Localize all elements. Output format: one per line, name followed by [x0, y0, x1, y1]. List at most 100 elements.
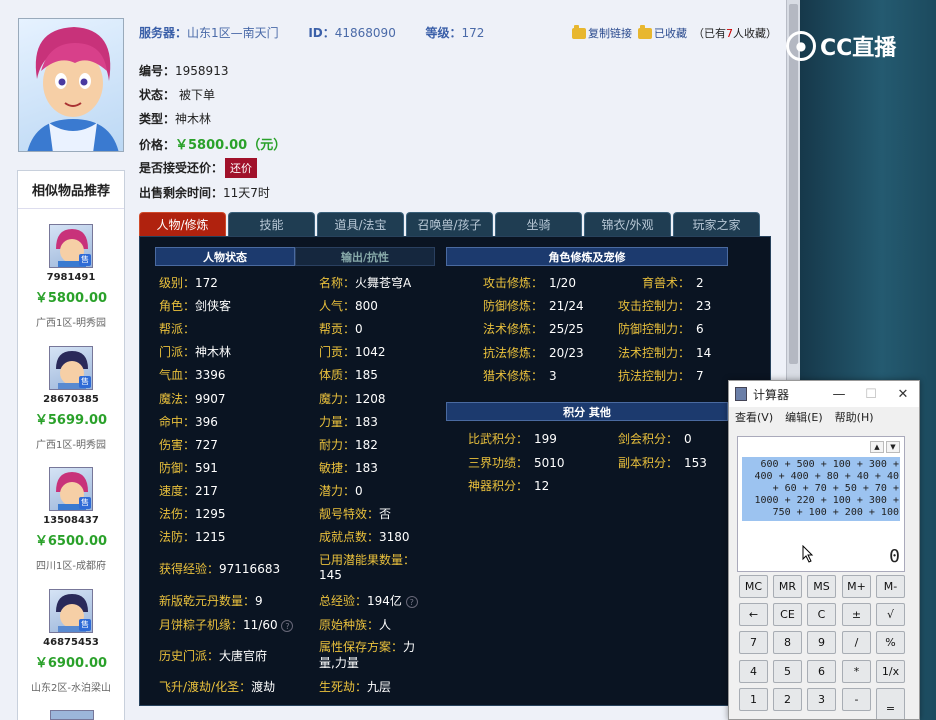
stat-left-label: 魔法：	[159, 391, 196, 406]
cultivation-stat: 猎术修炼： 3	[447, 367, 557, 384]
tab-character[interactable]: 人物/修炼	[139, 212, 226, 236]
bargain-button[interactable]: 还价	[225, 158, 258, 178]
calc-key[interactable]: =	[876, 688, 905, 719]
life-row: 生死劫：九层	[319, 678, 391, 695]
exp-label: 获得经验：	[159, 562, 220, 576]
code-value: 1958913	[175, 64, 229, 78]
stat-left-value: 1215	[195, 530, 226, 545]
scroll-up-icon[interactable]: ▲	[870, 441, 884, 453]
calc-key[interactable]: ±	[842, 603, 871, 626]
calc-key[interactable]: MS	[807, 575, 836, 598]
points-stat-right-value: 153	[684, 455, 707, 470]
calc-key[interactable]: 1	[739, 688, 768, 711]
calc-key[interactable]: %	[876, 631, 905, 654]
calc-key[interactable]: 5	[773, 660, 802, 683]
calc-key[interactable]: √	[876, 603, 905, 626]
potion-label: 已用潜能果数量：	[319, 553, 416, 567]
control-stat-label: 育兽术：	[641, 276, 690, 290]
calc-key[interactable]: 2	[773, 688, 802, 711]
calc-key[interactable]: ←	[739, 603, 768, 626]
similar-item[interactable]: 售 28670385 ￥5699.00 广西1区-明秀园	[18, 346, 124, 451]
calc-key[interactable]: 3	[807, 688, 836, 711]
control-stat-label: 防御控制力：	[617, 322, 690, 337]
help-icon[interactable]: ?	[405, 595, 418, 608]
similar-item[interactable]: 售 46875453 ￥6900.00 山东2区-水泊梁山	[18, 589, 124, 694]
item-thumbnail[interactable]: 售	[49, 589, 93, 633]
cc-live-logo: ● CC直播	[786, 30, 896, 62]
calc-key[interactable]: MC	[739, 575, 768, 598]
moon-label: 月饼粽子机缘：	[159, 618, 244, 632]
tab-summons[interactable]: 召唤兽/孩子	[406, 212, 493, 236]
logo-text: CC直播	[820, 36, 897, 61]
item-thumbnail-partial[interactable]	[50, 710, 94, 720]
stat-left-value: 591	[195, 460, 218, 475]
stat-mid-label: 力量：	[319, 414, 356, 429]
code-row: 编号：1958913	[139, 62, 228, 79]
stat-mid: 魔力：1208	[319, 390, 386, 407]
stat-left-label: 帮派：	[159, 322, 196, 337]
cultivation-stat-value: 3	[549, 368, 557, 383]
help-icon[interactable]: ?	[281, 619, 294, 632]
calc-key[interactable]: MR	[773, 575, 802, 598]
menu-help[interactable]: 帮助(H)	[835, 409, 874, 425]
calc-key[interactable]: 9	[807, 631, 836, 654]
menu-edit[interactable]: 编辑(E)	[785, 409, 823, 425]
calc-key[interactable]: M-	[876, 575, 905, 598]
maximize-button[interactable]: ☐	[855, 387, 887, 402]
points-stat: 神器积分： 12	[432, 477, 549, 494]
calc-key[interactable]: M+	[842, 575, 871, 598]
close-button[interactable]: ✕	[887, 387, 919, 402]
similar-item[interactable]: 售 7981491 ￥5800.00 广西1区-明秀园	[18, 224, 124, 329]
copy-link-button[interactable]: 复制链接	[572, 24, 632, 41]
calc-key[interactable]: 7	[739, 631, 768, 654]
collect-count: （已有7人收藏）	[693, 25, 777, 41]
remaining-label: 出售剩余时间：	[139, 186, 224, 200]
points-stat-label: 神器积分：	[467, 479, 528, 493]
scroll-down-icon[interactable]: ▼	[886, 441, 900, 453]
history-row: 历史门派：大唐官府	[159, 647, 267, 664]
cultivation-stat: 防御修炼： 21/24	[447, 297, 584, 314]
stat-mid-value: 800	[355, 299, 378, 314]
calc-key[interactable]: -	[842, 688, 871, 711]
calc-key[interactable]: 4	[739, 660, 768, 683]
minimize-button[interactable]: —	[823, 387, 855, 402]
moon-row: 月饼粽子机缘：11/60 ?	[159, 616, 294, 633]
calculator-titlebar[interactable]: 计算器 — ☐ ✕	[729, 381, 919, 407]
life-value: 九层	[367, 680, 392, 694]
collected-button[interactable]: 已收藏	[638, 24, 687, 41]
price-value: ￥5800.00（元）	[175, 138, 287, 153]
tab-home[interactable]: 玩家之家	[673, 212, 760, 236]
item-thumbnail[interactable]: 售	[49, 224, 93, 268]
section-status[interactable]: 人物状态	[155, 247, 295, 266]
tab-skills[interactable]: 技能	[228, 212, 315, 236]
calc-key[interactable]: 8	[773, 631, 802, 654]
section-attack[interactable]: 输出/抗性	[295, 247, 435, 266]
history-label: 历史门派：	[159, 649, 220, 663]
calc-key[interactable]: CE	[773, 603, 802, 626]
code-label: 编号：	[139, 64, 176, 78]
calc-key[interactable]: 1/x	[876, 660, 905, 683]
collected-text[interactable]: 已收藏	[654, 25, 687, 41]
tab-items[interactable]: 道具/法宝	[317, 212, 404, 236]
copy-link-text[interactable]: 复制链接	[588, 25, 632, 41]
stat-mid-value: 3180	[379, 530, 410, 545]
item-thumbnail[interactable]: 售	[49, 467, 93, 511]
copy-link-icon	[572, 24, 586, 39]
calculator-window[interactable]: 计算器 — ☐ ✕ 查看(V) 编辑(E) 帮助(H) ▲ ▼ 600 + 500 +…	[728, 380, 920, 720]
stat-left: 魔法：9907	[159, 390, 226, 407]
calc-key[interactable]: 6	[807, 660, 836, 683]
stat-left-value: 3396	[195, 368, 226, 383]
similar-item[interactable]: 售 13508437 ￥6500.00 四川1区-成都府	[18, 467, 124, 572]
calc-key[interactable]: /	[842, 631, 871, 654]
stat-mid-value: 否	[379, 507, 392, 521]
calc-key[interactable]: *	[842, 660, 871, 683]
item-thumbnail[interactable]: 售	[49, 346, 93, 390]
tab-outfits[interactable]: 锦衣/外观	[584, 212, 671, 236]
menu-view[interactable]: 查看(V)	[735, 409, 773, 425]
stat-left-value: 727	[195, 437, 218, 452]
item-price: ￥5800.00	[34, 291, 108, 306]
cultivation-stat: 抗法修炼： 20/23	[447, 344, 584, 361]
calc-key[interactable]: C	[807, 603, 836, 626]
stat-left: 速度：217	[159, 482, 218, 499]
tab-mounts[interactable]: 坐骑	[495, 212, 582, 236]
